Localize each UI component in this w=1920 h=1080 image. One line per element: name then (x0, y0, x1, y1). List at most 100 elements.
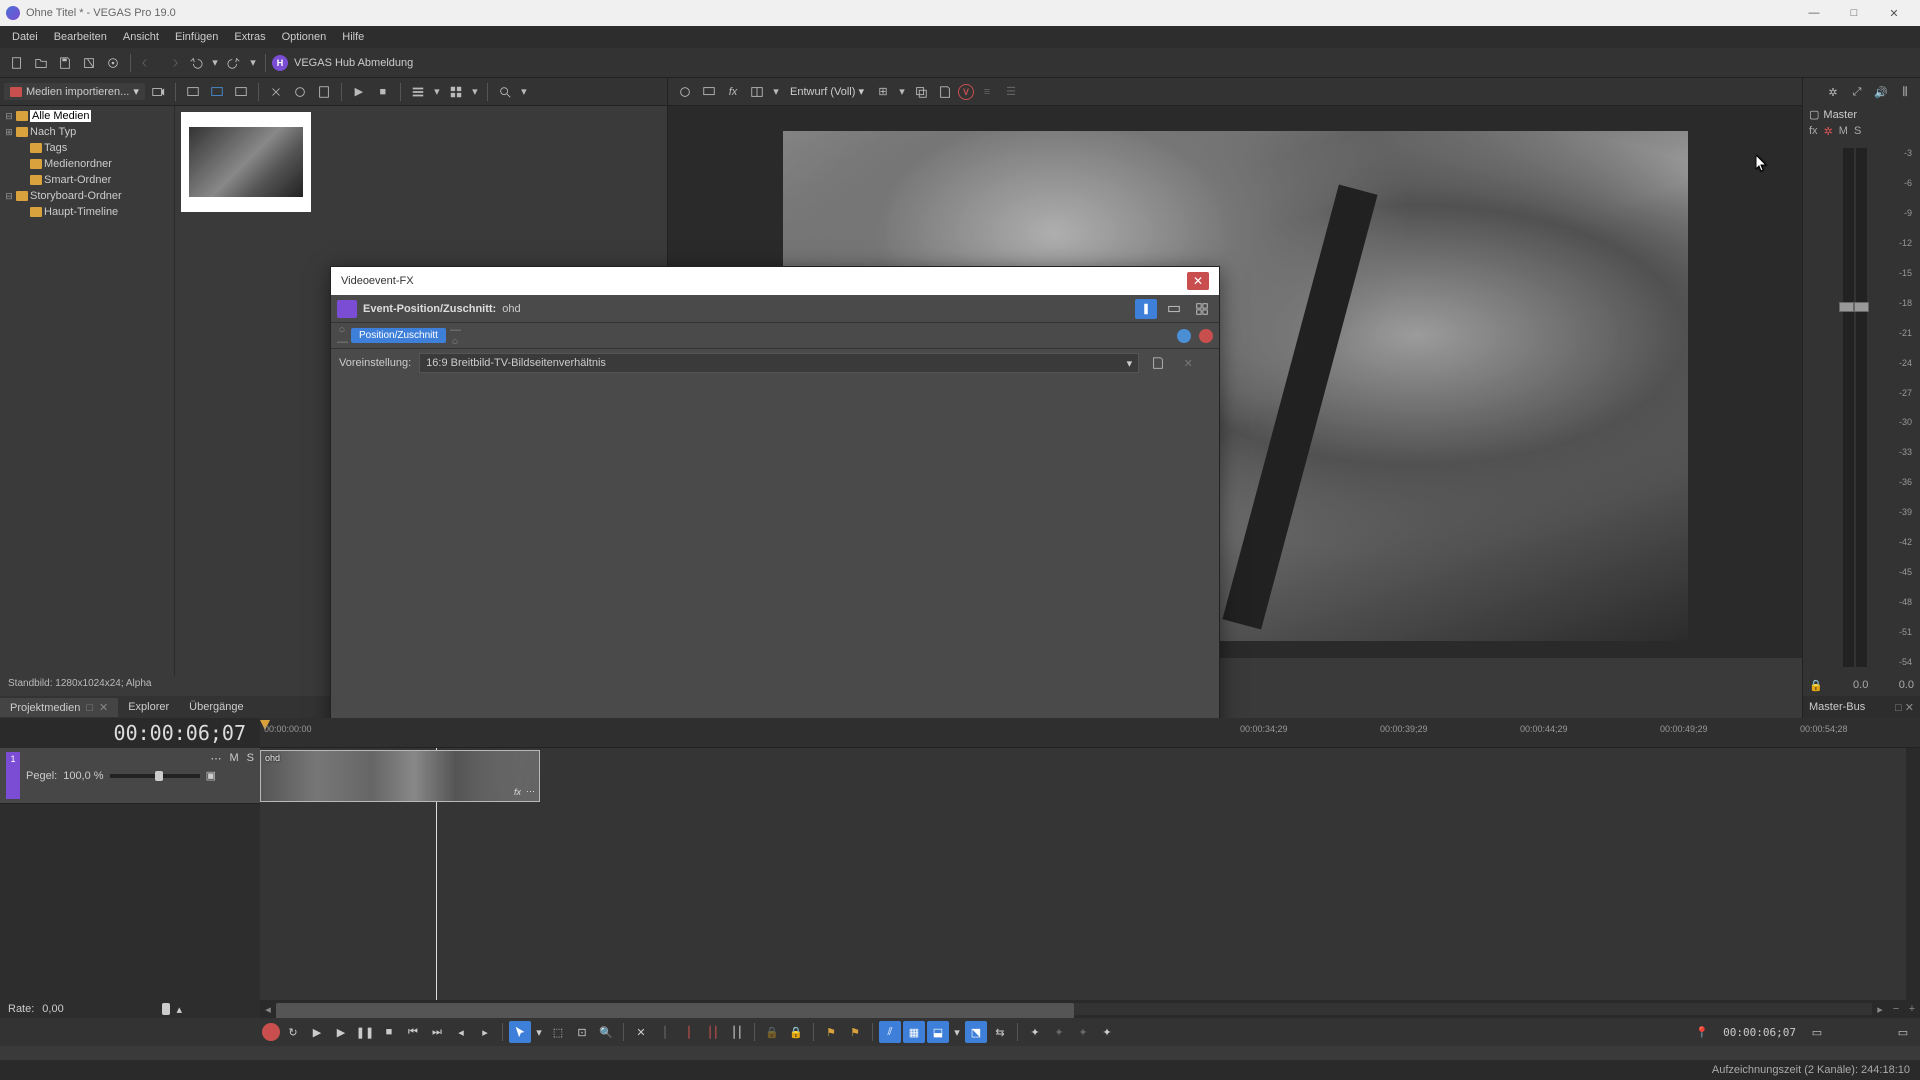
prev-frame-button[interactable]: ◂ (450, 1021, 472, 1043)
tool-dropdown-icon[interactable]: ▾ (533, 1021, 545, 1043)
plugin-chip[interactable]: Position/Zuschnitt (351, 328, 446, 343)
record-button[interactable] (262, 1023, 280, 1041)
tree-alle-medien[interactable]: ⊟Alle Medien (0, 108, 174, 124)
marker-position-icon[interactable]: 📍 (1691, 1021, 1713, 1043)
tree-storyboard[interactable]: ⊟Storyboard-Ordner (0, 188, 174, 204)
fx-titlebar[interactable]: Videoevent-FX ✕ (331, 267, 1219, 295)
menu-extras[interactable]: Extras (226, 28, 273, 46)
mute-button[interactable]: M (229, 752, 238, 765)
hub-logout-link[interactable]: VEGAS Hub Abmeldung (294, 57, 413, 69)
next-frame-button[interactable]: ▸ (474, 1021, 496, 1043)
properties-icon[interactable] (102, 52, 124, 74)
search-icon[interactable] (494, 81, 516, 103)
new-file-icon[interactable] (6, 52, 28, 74)
tree-tags[interactable]: Tags (0, 140, 174, 156)
import-media-button[interactable]: Medien importieren... ▾ (4, 83, 145, 100)
view-grid-icon[interactable] (445, 81, 467, 103)
normal-edit-tool[interactable] (509, 1021, 531, 1043)
screen-a-icon[interactable] (182, 81, 204, 103)
cut-b-icon[interactable]: ⎮⎮ (702, 1021, 724, 1043)
automation-icon[interactable]: ▣ (206, 769, 216, 782)
crossfade-toggle[interactable]: ⬔ (965, 1021, 987, 1043)
timeline-ruler[interactable]: 00:00:00:00 00:00:34;29 00:00:39;29 00:0… (260, 718, 1920, 748)
search-dropdown-icon[interactable]: ▾ (518, 81, 530, 103)
fx-view-lanes-button[interactable] (1135, 299, 1157, 319)
master-gear-icon[interactable]: ✲ (1822, 81, 1844, 103)
tab-uebergaenge[interactable]: Übergänge (179, 698, 253, 716)
cut-a-icon[interactable]: ⎮ (678, 1021, 700, 1043)
scroll-thumb[interactable] (276, 1003, 1074, 1019)
view-list-icon[interactable] (407, 81, 429, 103)
view-dropdown-icon[interactable]: ▾ (431, 81, 443, 103)
media-fx-icon[interactable] (313, 81, 335, 103)
menu-einfuegen[interactable]: Einfügen (167, 28, 226, 46)
loop-region-icon[interactable]: ▭ (1806, 1021, 1828, 1043)
master-solo-button[interactable]: S (1854, 125, 1861, 138)
split-screen-icon[interactable] (746, 81, 768, 103)
clip-fx-icon[interactable]: fx (514, 787, 521, 797)
solo-button[interactable]: S (247, 752, 254, 765)
tree-medienordner[interactable]: Medienordner (0, 156, 174, 172)
master-dim-icon[interactable]: ⤢ (1846, 81, 1868, 103)
master-mute-button[interactable]: M (1839, 125, 1848, 138)
rate-handle-icon[interactable] (162, 1003, 170, 1015)
master-speak-icon[interactable]: 🔊 (1870, 81, 1892, 103)
fx-b-icon[interactable]: ✦ (1096, 1021, 1118, 1043)
stop-icon[interactable]: ■ (372, 81, 394, 103)
preset-combo[interactable]: 16:9 Breitbild-TV-Bildseitenverhältnis ▾ (419, 353, 1139, 373)
menu-hilfe[interactable]: Hilfe (334, 28, 372, 46)
play-start-button[interactable]: ▶ (306, 1021, 328, 1043)
tab-pin-icon[interactable]: □ (86, 702, 93, 714)
maximize-button[interactable]: □ (1834, 0, 1874, 26)
more-icon[interactable]: ⋯ (210, 752, 221, 765)
autofit-toggle[interactable]: ⬓ (927, 1021, 949, 1043)
tree-smart-ordner[interactable]: Smart-Ordner (0, 172, 174, 188)
loop-button[interactable]: ↻ (282, 1021, 304, 1043)
redo-dropdown-icon[interactable]: ▾ (247, 52, 259, 74)
tree-haupt-timeline[interactable]: Haupt-Timeline (0, 204, 174, 220)
fx-dialog[interactable]: Videoevent-FX ✕ Event-Position/Zuschnitt… (330, 266, 1220, 788)
v-badge-icon[interactable]: V (958, 84, 974, 100)
tab-pin-icon[interactable]: □ ✕ (1895, 701, 1914, 714)
timecode-right[interactable]: 00:00:06;07 (1723, 1026, 1796, 1039)
render-icon[interactable] (78, 52, 100, 74)
save-preset-icon[interactable] (1147, 352, 1169, 374)
remove-plugin-icon[interactable] (1199, 329, 1213, 343)
media-props-icon[interactable] (289, 81, 311, 103)
menu-bearbeiten[interactable]: Bearbeiten (46, 28, 115, 46)
fx-close-button[interactable]: ✕ (1187, 272, 1209, 290)
go-start-button[interactable]: ⏮ (402, 1021, 424, 1043)
marker-b-icon[interactable]: ⚑ (844, 1021, 866, 1043)
menu-ansicht[interactable]: Ansicht (115, 28, 167, 46)
video-fx-icon[interactable]: fx (722, 81, 744, 103)
save-snapshot-icon[interactable] (934, 81, 956, 103)
fit-button[interactable]: ▭ (1892, 1021, 1914, 1043)
video-track-header[interactable]: 1 ⋯ M S Pegel: 100,0 % ▣ (0, 748, 260, 804)
screen-b-icon[interactable] (206, 81, 228, 103)
tab-explorer[interactable]: Explorer (118, 698, 179, 716)
snap-tool-icon[interactable]: ⊡ (571, 1021, 593, 1043)
marker-a-icon[interactable]: ⚑ (820, 1021, 842, 1043)
clip-menu-icon[interactable]: ⋯ (526, 786, 535, 797)
capture-icon[interactable] (147, 81, 169, 103)
quality-dropdown[interactable]: Entwurf (Voll) ▾ (784, 83, 870, 100)
track-vscroll[interactable] (1906, 748, 1920, 1000)
pan-crop-icon[interactable] (337, 300, 357, 318)
undo-icon[interactable] (185, 52, 207, 74)
external-monitor-icon[interactable] (698, 81, 720, 103)
go-end-button[interactable]: ⏭ (426, 1021, 448, 1043)
quantize-toggle[interactable]: ▦ (903, 1021, 925, 1043)
view-grid-dropdown-icon[interactable]: ▾ (469, 81, 481, 103)
split-dropdown-icon[interactable]: ▾ (770, 81, 782, 103)
overlay-dropdown-icon[interactable]: ▾ (896, 81, 908, 103)
autofit-dropdown[interactable]: ▾ (951, 1021, 963, 1043)
tab-projektmedien[interactable]: Projektmedien□✕ (0, 698, 118, 717)
remove-icon[interactable] (265, 81, 287, 103)
track-area[interactable]: ohd fx ⋯ (260, 748, 1906, 1000)
master-auto-icon[interactable]: ✲ (1824, 125, 1833, 138)
zoom-tool-icon[interactable]: 🔍 (595, 1021, 617, 1043)
minimize-button[interactable]: — (1794, 0, 1834, 26)
media-thumbnail[interactable] (181, 112, 311, 212)
pause-button[interactable]: ❚❚ (354, 1021, 376, 1043)
scroll-right-icon[interactable]: ▸ (1872, 1003, 1888, 1016)
